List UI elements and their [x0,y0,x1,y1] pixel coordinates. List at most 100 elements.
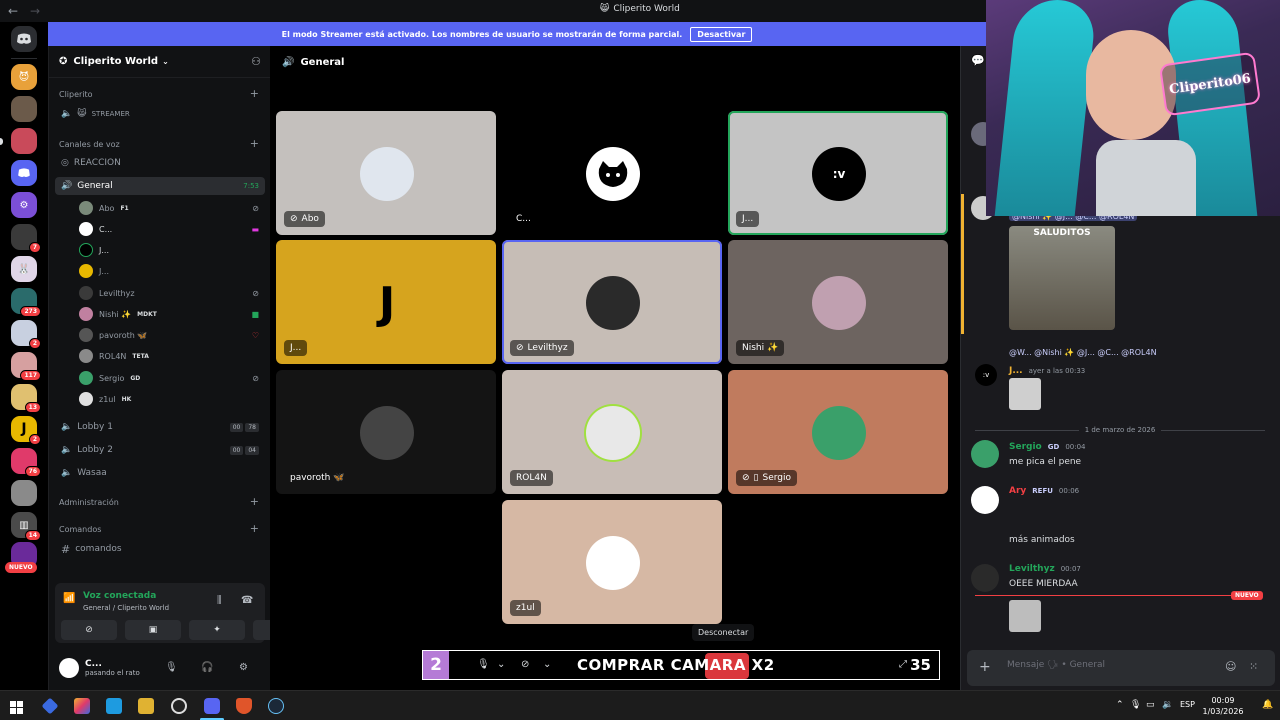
category-commands[interactable]: Comandos + [59,523,259,534]
windows-start-icon[interactable] [10,699,23,714]
video-tile[interactable]: ROL4N [502,370,722,494]
file-explorer-icon[interactable] [138,698,154,714]
add-channel-icon[interactable]: + [250,88,259,99]
server-icon-5[interactable]: ⚙ [11,192,37,218]
message-input[interactable] [1007,660,1207,670]
server-icon-10[interactable]: 117 [11,352,41,381]
back-arrow-icon[interactable]: ← [8,4,22,18]
category-voice[interactable]: Canales de voz + [59,138,259,149]
chevron-down-icon[interactable]: ⌄ [543,659,551,670]
chat-bubble-icon[interactable]: 💬 [971,54,985,67]
server-icon-6[interactable]: 7 [11,224,41,253]
server-icon-9[interactable]: 2 [11,320,41,349]
keyboard-language[interactable]: ESP [1180,700,1195,709]
noise-suppression-icon[interactable]: ⫼ [217,595,222,606]
camera-toggle-button[interactable]: ⊘ [61,620,117,640]
server-icon-4[interactable] [11,160,37,186]
video-tile[interactable]: C... [502,111,722,235]
disable-streamer-button[interactable]: Desactivar [690,26,753,42]
reply-preview[interactable]: @W... @Nishi ✨ @J... @C... @ROL4N [1009,348,1157,357]
category-cliperito[interactable]: Cliperito + [59,88,259,99]
category-admin[interactable]: Administración + [59,496,259,507]
store-icon[interactable] [106,698,122,714]
screen-share-button[interactable]: ▣ [125,620,181,640]
user-info[interactable]: C... pasando el rato [79,659,140,677]
steam-icon[interactable] [268,698,284,714]
voice-user[interactable]: Nishi ✨ MDKT ■ [79,305,263,323]
voice-user[interactable]: J... [79,262,263,280]
voice-user[interactable]: z1ul HK [79,390,263,408]
forward-arrow-icon[interactable]: → [30,4,44,18]
microphone-icon[interactable]: 🎙 [165,662,178,673]
channel-lobby-2[interactable]: 🔈 Lobby 2 00 04 [55,441,265,459]
settings-gear-icon[interactable]: ⚙ [239,662,248,673]
discord-home-icon[interactable] [11,26,37,52]
server-icon-1[interactable]: 😈 [11,64,37,90]
image-attachment[interactable] [1009,600,1041,632]
disconnect-icon[interactable]: ☎ [241,595,253,606]
clock[interactable]: 00:09 1/03/2026 [1200,695,1246,717]
signal-icon[interactable]: 📶 [63,593,75,604]
message-author[interactable]: Sergio [1009,442,1042,452]
server-icon-14[interactable] [11,480,37,506]
message-author[interactable]: Ary [1009,486,1026,496]
video-tile[interactable]: ⊘ Levilthyz [502,240,722,364]
app-icon[interactable] [41,697,59,715]
popout-icon[interactable]: ⤢ [899,659,907,670]
video-tile[interactable]: ⊘ ▯ Sergio [728,370,948,494]
image-attachment[interactable] [1009,378,1041,410]
server-icon-7[interactable]: 🐰 [11,256,37,282]
server-icon-15[interactable]: ▥ 14 [11,512,41,541]
channel-wasaa[interactable]: 🔈 Wasaa [55,464,265,482]
voice-user[interactable]: pavoroth 🦋 ♡ [79,326,263,344]
video-tile[interactable]: J J... [276,240,496,364]
server-icon-2[interactable] [11,96,37,122]
server-icon-3[interactable] [11,128,37,154]
video-tile[interactable]: Nishi ✨ [728,240,948,364]
channel-reaccion[interactable]: ◎ REACCION [55,154,265,172]
message-author[interactable]: Levilthyz [1009,564,1055,574]
network-icon[interactable]: ▭ [1146,700,1155,710]
headphones-icon[interactable]: 🎧 [201,662,213,673]
emoji-icon[interactable]: ☺ [1225,660,1236,673]
message-author[interactable]: J... [1009,366,1023,376]
server-icon-8[interactable]: 273 [11,288,41,317]
voice-user[interactable]: Sergio GD ⊘ [79,369,263,387]
avatar[interactable] [59,658,79,678]
channel-comandos[interactable]: # comandos [55,540,265,558]
channel-streamer[interactable]: 🔈 😸 STREAMER [55,105,265,123]
voice-user[interactable]: J... [79,241,263,259]
video-tile[interactable]: :v J... [728,111,948,235]
channel-lobby-1[interactable]: 🔈 Lobby 1 00 78 [55,418,265,436]
server-header[interactable]: ✪ Cliperito World ⌄ ⚇ [49,46,271,78]
saluditos-gif[interactable]: SALUDITOS [1009,226,1115,330]
voice-user[interactable]: Levilthyz ⊘ [79,284,263,302]
add-channel-icon[interactable]: + [250,496,259,507]
activities-button[interactable]: ✦ [189,620,245,640]
add-channel-icon[interactable]: + [250,523,259,534]
video-tile[interactable]: ⊘ Abo [276,111,496,235]
microphone-tray-icon[interactable]: 🎙 [1130,700,1141,710]
video-tile[interactable]: pavoroth 🦋 [276,370,496,494]
copilot-icon[interactable] [74,698,90,714]
chevron-down-icon[interactable]: ⌄ [497,659,505,670]
add-channel-icon[interactable]: + [250,138,259,149]
attach-plus-icon[interactable]: + [979,659,991,675]
microphone-icon[interactable]: 🎙 [477,659,490,670]
server-icon-11[interactable]: 13 [11,384,41,413]
channel-general-voice[interactable]: 🔊 General 7:53 [55,177,265,195]
volume-icon[interactable]: 🔉 [1162,700,1173,710]
notification-bell-icon[interactable]: 🔔 [1262,700,1273,710]
chevron-up-icon[interactable]: ⌃ [1116,700,1124,710]
voice-user[interactable]: C... ▬ [79,220,263,238]
server-icon-13[interactable]: 76 [11,448,41,477]
discord-taskbar-icon[interactable] [204,698,220,714]
obs-icon[interactable] [171,698,187,714]
brave-icon[interactable] [236,698,252,714]
voice-user[interactable]: ROL4N TETA [79,347,263,365]
apps-icon[interactable]: ⁙ [1249,660,1258,673]
camera-off-icon[interactable]: ⊘ [521,659,529,670]
server-icon-12[interactable]: J2 [11,416,41,445]
invite-people-icon[interactable]: ⚇ [251,55,261,68]
video-tile[interactable]: z1ul [502,500,722,624]
